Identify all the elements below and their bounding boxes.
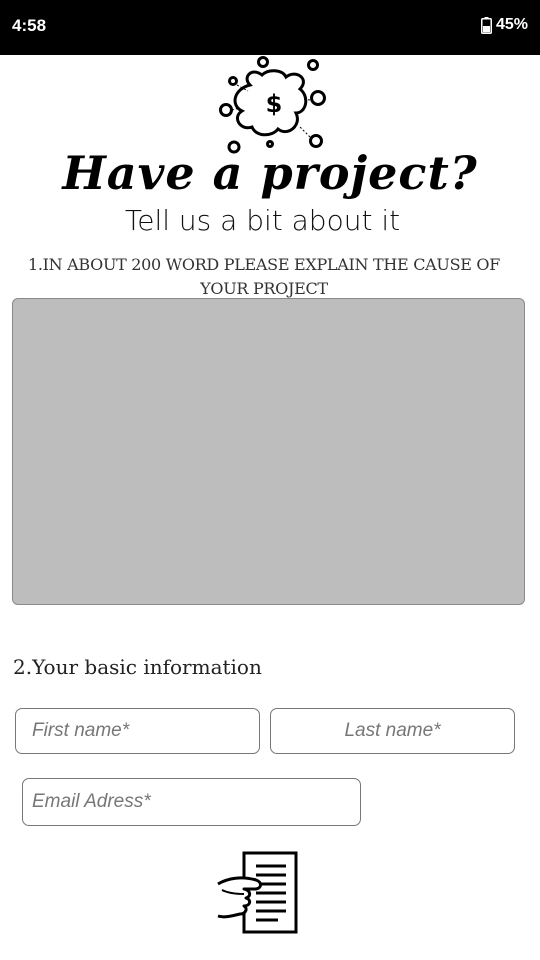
question-basic-info-label: 2.Your basic information [13,655,262,679]
first-name-input[interactable] [15,708,260,754]
last-name-input[interactable] [270,708,515,754]
page-title: Have a project? [62,146,478,200]
question-cause-label: 1.IN ABOUT 200 WORD PLEASE EXPLAIN THE C… [27,255,501,298]
battery-percent: 45% [495,16,528,33]
battery-icon [480,16,492,34]
document-in-hand-icon[interactable] [216,850,300,936]
email-input[interactable] [22,778,361,826]
status-time: 4:58 [12,16,47,35]
svg-text:$: $ [266,90,283,118]
project-cause-textarea[interactable] [12,298,525,605]
status-bar: 4:58 45% [0,0,540,55]
page-subtitle: Tell us a bit about it [124,204,401,237]
status-indicators: 45% [480,16,528,34]
money-bubbles-icon: $ [219,56,326,154]
